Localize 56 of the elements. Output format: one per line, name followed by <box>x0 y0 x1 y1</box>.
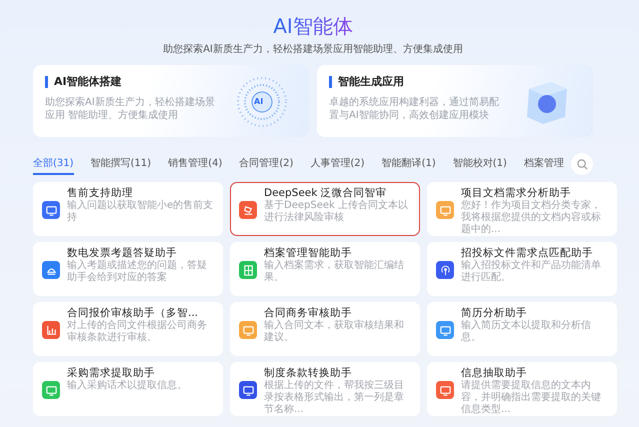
page-subtitle: 助您探索AI新质生产力，轻松搭建场景应用智能助理、方便集成使用 <box>162 42 464 57</box>
agent-card[interactable]: DeepSeek 泛微合同智审 基于DeepSeek 上传合同文本以进行法律风险审核 <box>230 182 420 236</box>
category-tab[interactable]: 销售管理(4) <box>168 154 222 174</box>
page-title: AI智能体 <box>273 14 353 38</box>
agent-description: 对上传的合同文件根据公司商务审核条款进行审核。 <box>67 320 208 344</box>
agent-card[interactable]: 数电发票考题答疑助手 输入考题或描述您的问题，答疑助手会给到对应的答案 <box>33 242 223 296</box>
agent-title: 档案管理智能助手 <box>264 247 353 260</box>
category-tab[interactable]: 智能撰写(11) <box>90 154 152 174</box>
agent-card[interactable]: 简历分析助手 输入简历文本以提取和分析信息。 <box>427 302 617 356</box>
agent-title: 制度条款转换助手 <box>264 367 353 380</box>
category-tab[interactable]: 智能校对(1) <box>452 154 507 174</box>
agent-title: DeepSeek 泛微合同智审 <box>264 187 388 200</box>
agent-title: 采购需求提取助手 <box>67 367 156 380</box>
ai-label: AI <box>254 96 264 108</box>
agent-description: 输入合同文本，获取审核结果和建议。 <box>264 320 405 344</box>
agent-description: 根据上传的文件，帮我按三级目录按表格形式输出，第一列是章节名称... <box>264 380 405 416</box>
agent-title: 项目文档需求分析助手 <box>461 187 572 200</box>
category-tab[interactable]: 档案管理 <box>524 154 564 174</box>
ai-orb-drawing <box>237 77 287 127</box>
agent-card[interactable]: 售前支持助理 输入问题以获取智能小e的售前支持 <box>33 182 223 236</box>
agent-title: 售前支持助理 <box>67 187 134 200</box>
feature-title: AI智能体搭建 <box>45 76 122 88</box>
agent-card[interactable]: 合同报价审核助手（多智... 对上传的合同文件根据公司商务审核条款进行审核。 <box>33 302 223 356</box>
search-button[interactable] <box>571 153 593 175</box>
agent-card[interactable]: 项目文档需求分析助手 您好！作为项目文档分类专家，我将根据您提供的文档内容或标题中的... <box>427 182 617 236</box>
agent-description: 输入采购话术以提取信息。 <box>67 380 188 392</box>
agent-description: 输入招投标文件和产品功能清单进行匹配。 <box>461 260 602 284</box>
agent-title: 简历分析助手 <box>461 307 528 320</box>
agent-card[interactable]: 制度条款转换助手 根据上传的文件，帮我按三级目录按表格形式输出，第一列是章节名称... <box>230 362 420 416</box>
agent-title: 合同报价审核助手（多智... <box>67 307 200 320</box>
agent-title: 招投标文件需求点匹配助手 <box>461 247 594 260</box>
agent-description: 输入简历文本以提取和分析信息。 <box>461 320 592 344</box>
agent-card[interactable]: 档案管理智能助手 输入档案需求，获取智能汇编结果。 <box>230 242 420 296</box>
agent-card[interactable]: 合同商务审核助手 输入合同文本，获取审核结果和建议。 <box>230 302 420 356</box>
agent-description: 请提供需要提取信息的文本内容，并明确指出需要提取的关键信息类型... <box>461 380 602 416</box>
agent-description: 您好！作为项目文档分类专家，我将根据您提供的文档内容或标题中的... <box>461 200 602 236</box>
feature-card[interactable]: AI智能体搭建 助您探索AI新质生产力，轻松搭建场景应用 智能助理、方便集成使用 AI <box>33 65 309 137</box>
agent-description: 输入问题以获取智能小e的售前支持 <box>67 200 214 224</box>
search-icon <box>576 158 588 170</box>
category-tab[interactable]: 合同管理(2) <box>239 154 294 174</box>
category-tab[interactable]: 人事管理(2) <box>310 154 365 174</box>
agent-title: 信息抽取助手 <box>461 367 528 380</box>
agent-description: 基于DeepSeek 上传合同文本以进行法律风险审核 <box>264 200 409 224</box>
category-tab[interactable]: 智能翻译(1) <box>382 154 436 174</box>
feature-description: 卓越的系统应用构建利器，通过简易配置与AI智能协同，高效创建应用模块 <box>329 96 499 122</box>
agent-description: 输入考题或描述您的问题，答疑助手会给到对应的答案 <box>67 260 208 284</box>
agent-card[interactable]: 招投标文件需求点匹配助手 输入招投标文件和产品功能清单进行匹配。 <box>427 242 617 296</box>
agent-description: 输入档案需求，获取智能汇编结果。 <box>264 260 405 284</box>
agent-title: 数电发票考题答疑助手 <box>67 247 178 260</box>
category-tab[interactable]: 全部(31) <box>33 154 74 174</box>
feature-card[interactable]: 智能生成应用 卓越的系统应用构建利器，通过简易配置与AI智能协同，高效创建应用模块 <box>317 65 593 137</box>
feature-description: 助您探索AI新质生产力，轻松搭建场景应用 智能助理、方便集成使用 <box>45 96 215 122</box>
agent-title: 合同商务审核助手 <box>264 307 353 320</box>
feature-title: 智能生成应用 <box>329 76 404 88</box>
agent-card[interactable]: 信息抽取助手 请提供需要提取信息的文本内容，并明确指出需要提取的关键信息类型... <box>427 362 617 416</box>
agent-card[interactable]: 采购需求提取助手 输入采购话术以提取信息。 <box>33 362 223 416</box>
